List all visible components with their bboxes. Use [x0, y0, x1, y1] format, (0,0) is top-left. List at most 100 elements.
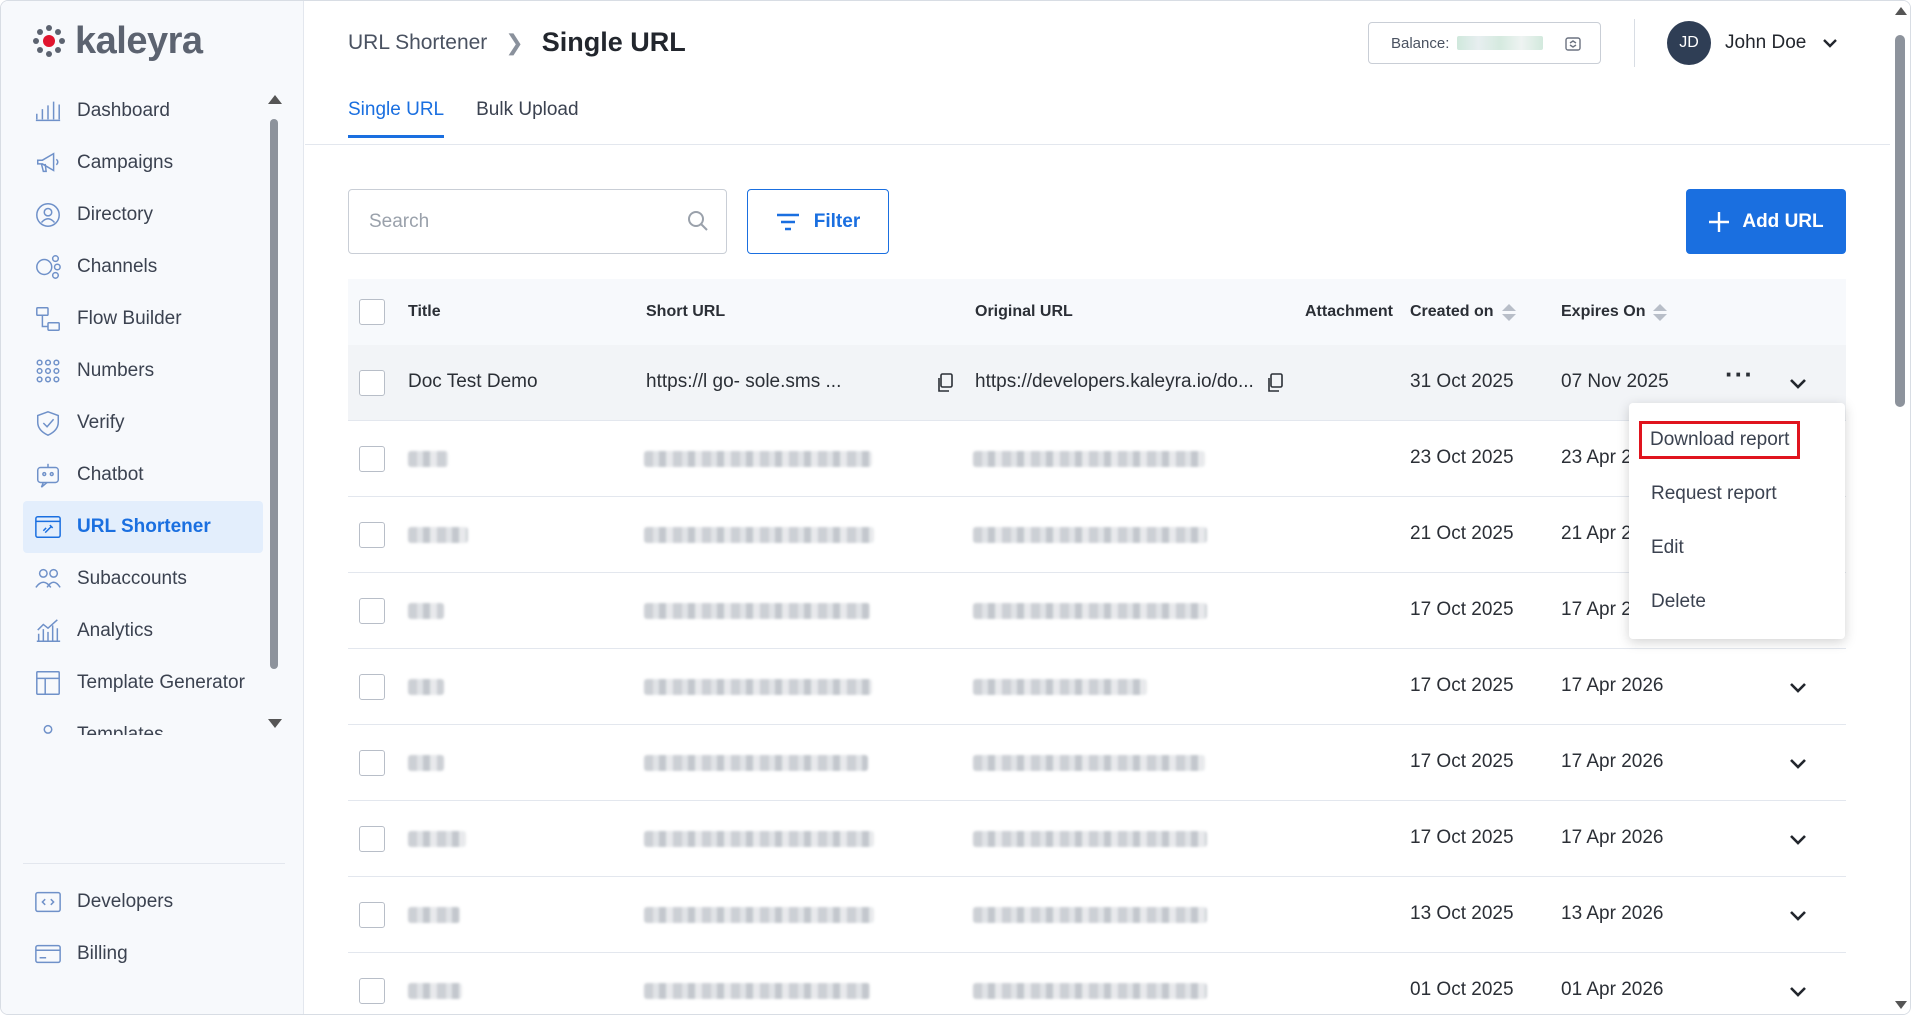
menu-item-download-report[interactable]: Download report — [1629, 415, 1845, 465]
sidebar-item-url-shortener[interactable]: URL Shortener — [23, 501, 263, 553]
row-checkbox[interactable] — [359, 674, 385, 700]
more-actions-icon[interactable]: ··· — [1725, 359, 1754, 390]
table-row[interactable]: Doc Test Demo https://l go- sole.sms ... h… — [348, 345, 1846, 421]
row-created-on: 21 Oct 2025 — [1410, 523, 1514, 544]
scroll-down-arrow-icon[interactable] — [268, 719, 282, 728]
copy-icon[interactable] — [1266, 373, 1284, 393]
scroll-thumb[interactable] — [1895, 35, 1905, 407]
sidebar-item-analytics[interactable]: Analytics — [23, 605, 263, 657]
table-row[interactable]: 01 Oct 2025 01 Apr 2026 — [348, 953, 1846, 1014]
table-row[interactable]: 21 Oct 2025 21 Apr 2 — [348, 497, 1846, 573]
main-scrollbar[interactable] — [1891, 1, 1910, 1014]
row-title-redacted — [408, 983, 462, 999]
chevron-down-icon[interactable] — [1787, 676, 1809, 698]
sidebar-item-subaccounts[interactable]: Subaccounts — [23, 553, 263, 605]
sidebar-item-chatbot[interactable]: Chatbot — [23, 449, 263, 501]
chevron-down-icon[interactable] — [1787, 904, 1809, 926]
tab-bulk-upload[interactable]: Bulk Upload — [476, 99, 578, 138]
sidebar-item-numbers[interactable]: Numbers — [23, 345, 263, 397]
row-checkbox[interactable] — [359, 446, 385, 472]
sidebar-item-dashboard[interactable]: Dashboard — [23, 85, 263, 137]
sort-icon[interactable] — [1501, 303, 1516, 321]
row-checkbox[interactable] — [359, 750, 385, 776]
table-row[interactable]: 23 Oct 2025 23 Apr 2 — [348, 421, 1846, 497]
breadcrumb-parent[interactable]: URL Shortener — [348, 31, 487, 55]
sort-icon[interactable] — [1653, 303, 1668, 321]
filter-button-label: Filter — [813, 210, 861, 232]
chevron-down-icon[interactable] — [1787, 752, 1809, 774]
chevron-down-icon[interactable] — [1787, 828, 1809, 850]
row-checkbox[interactable] — [359, 370, 385, 396]
chevron-down-icon[interactable] — [1820, 33, 1840, 53]
sidebar-item-directory[interactable]: Directory — [23, 189, 263, 241]
select-all-checkbox[interactable] — [359, 299, 385, 325]
add-url-button[interactable]: Add URL — [1686, 189, 1846, 254]
column-header-expires-on[interactable]: Expires On — [1561, 303, 1668, 321]
sidebar-item-flow-builder[interactable]: Flow Builder — [23, 293, 263, 345]
sidebar-item-billing[interactable]: Billing — [23, 928, 263, 980]
row-checkbox[interactable] — [359, 826, 385, 852]
row-checkbox[interactable] — [359, 522, 385, 548]
row-short-url-redacted — [644, 527, 874, 543]
row-title: Doc Test Demo — [408, 371, 538, 392]
table-row[interactable]: 17 Oct 2025 17 Apr 2 — [348, 573, 1846, 649]
copy-icon[interactable] — [936, 373, 954, 393]
row-short-url-redacted — [644, 983, 870, 999]
sidebar-scrollbar[interactable] — [265, 93, 283, 733]
chatbot-icon — [33, 460, 63, 490]
page-title: Single URL — [541, 27, 686, 57]
table-row[interactable]: 17 Oct 2025 17 Apr 2026 — [348, 649, 1846, 725]
row-checkbox[interactable] — [359, 978, 385, 1004]
menu-item-edit[interactable]: Edit — [1629, 523, 1845, 573]
flow-icon — [33, 304, 63, 334]
search-input[interactable] — [348, 189, 727, 254]
scroll-down-arrow-icon[interactable] — [1895, 1001, 1907, 1009]
tab-bar: Single URL Bulk Upload — [348, 99, 579, 138]
sidebar-item-template-generator[interactable]: Template Generator — [23, 657, 263, 709]
sidebar-item-label: Dashboard — [77, 100, 170, 121]
tab-single-url[interactable]: Single URL — [348, 99, 445, 138]
sidebar-item-templates[interactable]: Templates — [23, 709, 263, 735]
row-expires-on: 17 Apr 2 — [1561, 599, 1631, 620]
row-title-redacted — [408, 679, 444, 695]
menu-item-delete[interactable]: Delete — [1629, 577, 1845, 627]
row-original-url-redacted — [973, 755, 1205, 771]
row-checkbox[interactable] — [359, 598, 385, 624]
table-row[interactable]: 13 Oct 2025 13 Apr 2026 — [348, 877, 1846, 953]
sidebar-item-verify[interactable]: Verify — [23, 397, 263, 449]
refresh-balance-icon[interactable] — [1564, 35, 1582, 53]
chevron-down-icon[interactable] — [1787, 980, 1809, 1002]
brand-logo[interactable]: kaleyra — [31, 19, 203, 63]
sidebar-item-campaigns[interactable]: Campaigns — [23, 137, 263, 189]
table-row[interactable]: 17 Oct 2025 17 Apr 2026 — [348, 725, 1846, 801]
row-created-on: 01 Oct 2025 — [1410, 979, 1514, 1000]
scroll-up-arrow-icon[interactable] — [1895, 7, 1907, 15]
menu-item-label: Delete — [1651, 591, 1706, 612]
chevron-down-icon[interactable] — [1787, 372, 1809, 394]
kaleyra-logo-icon — [33, 25, 65, 57]
row-short-url-redacted — [644, 603, 870, 619]
column-header-created-on[interactable]: Created on — [1410, 303, 1516, 321]
menu-item-request-report[interactable]: Request report — [1629, 469, 1845, 519]
row-created-on: 17 Oct 2025 — [1410, 599, 1514, 620]
column-header-created-on-label: Created on — [1410, 303, 1494, 320]
sidebar-item-label: Template Generator — [77, 672, 245, 693]
scroll-thumb[interactable] — [270, 119, 278, 669]
row-expires-on: 01 Apr 2026 — [1561, 979, 1664, 1000]
row-expires-on: 17 Apr 2026 — [1561, 827, 1664, 848]
card-icon — [33, 939, 63, 969]
scroll-up-arrow-icon[interactable] — [268, 95, 282, 104]
filter-button[interactable]: Filter — [747, 189, 889, 254]
row-short-url[interactable]: https://l go- sole.sms ... — [646, 371, 918, 393]
row-original-url-redacted — [973, 983, 1207, 999]
search-icon[interactable] — [687, 210, 709, 232]
row-checkbox[interactable] — [359, 902, 385, 928]
table-row[interactable]: 17 Oct 2025 17 Apr 2026 — [348, 801, 1846, 877]
row-original-url[interactable]: https://developers.kaleyra.io/do... — [975, 371, 1275, 393]
row-created-on: 13 Oct 2025 — [1410, 903, 1514, 924]
sidebar-item-channels[interactable]: Channels — [23, 241, 263, 293]
user-menu[interactable]: JD John Doe — [1667, 21, 1840, 65]
sidebar-item-developers[interactable]: Developers — [23, 876, 263, 928]
row-title-redacted — [408, 907, 460, 923]
row-created-on: 17 Oct 2025 — [1410, 751, 1514, 772]
